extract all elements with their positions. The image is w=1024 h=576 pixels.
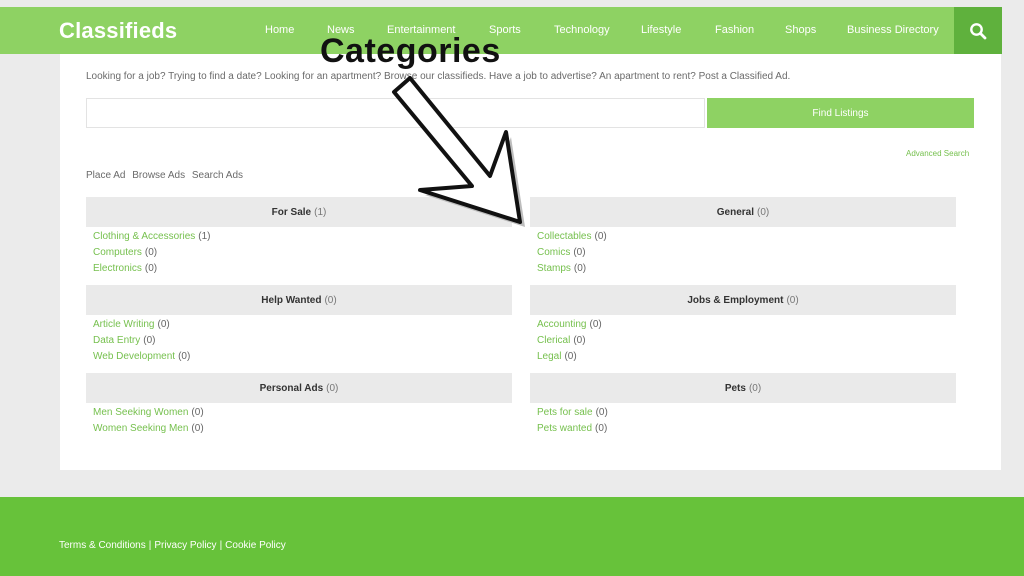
list-item: Clerical (0) xyxy=(537,333,602,349)
category-list-for-sale: Clothing & Accessories (1) Computers (0) E… xyxy=(93,229,211,277)
category-header-general[interactable]: General (0) xyxy=(530,197,956,227)
category-name: Help Wanted xyxy=(261,294,322,306)
list-item: Pets for sale (0) xyxy=(537,405,608,421)
subcategory-count: (0) xyxy=(143,335,156,346)
subcategory-link[interactable]: Data Entry xyxy=(93,335,140,346)
category-name: Pets xyxy=(724,382,746,394)
find-listings-button[interactable]: Find Listings xyxy=(707,98,974,128)
subcategory-count: (0) xyxy=(589,319,602,330)
list-item: Comics (0) xyxy=(537,245,607,261)
nav-home[interactable]: Home xyxy=(265,24,294,36)
subcategory-link[interactable]: Comics xyxy=(537,247,570,258)
category-header-jobs-employment[interactable]: Jobs & Employment (0) xyxy=(530,285,956,315)
subcategory-count: (0) xyxy=(191,407,204,418)
nav-technology[interactable]: Technology xyxy=(554,24,610,36)
category-name: General xyxy=(716,206,754,218)
site-footer: Terms & Conditions | Privacy Policy | Cookie… xyxy=(0,497,1024,576)
subcategory-link[interactable]: Clothing & Accessories xyxy=(93,231,195,242)
nav-lifestyle[interactable]: Lifestyle xyxy=(641,24,681,36)
category-list-jobs-employment: Accounting (0) Clerical (0) Legal (0) xyxy=(537,317,602,365)
nav-fashion[interactable]: Fashion xyxy=(715,24,754,36)
list-item: Women Seeking Men (0) xyxy=(93,421,204,437)
category-count: (1) xyxy=(314,206,327,218)
list-item: Legal (0) xyxy=(537,349,602,365)
category-count: (0) xyxy=(757,206,770,218)
subcategory-link[interactable]: Collectables xyxy=(537,231,591,242)
subcategory-count: (0) xyxy=(595,423,608,434)
subcategory-link[interactable]: Accounting xyxy=(537,319,586,330)
list-item: Data Entry (0) xyxy=(93,333,190,349)
list-item: Men Seeking Women (0) xyxy=(93,405,204,421)
search-ads-link[interactable]: Search Ads xyxy=(192,170,243,181)
arrow-down-right-icon xyxy=(392,76,525,227)
search-icon xyxy=(970,22,987,39)
subcategory-count: (0) xyxy=(564,351,577,362)
list-item: Clothing & Accessories (1) xyxy=(93,229,211,245)
classifieds-panel: Looking for a job? Trying to find a date… xyxy=(60,54,1001,470)
subcategory-link[interactable]: Article Writing xyxy=(93,319,155,330)
subcategory-count: (0) xyxy=(191,423,204,434)
terms-link[interactable]: Terms & Conditions xyxy=(59,540,146,551)
subcategory-link[interactable]: Electronics xyxy=(93,263,142,274)
list-item: Computers (0) xyxy=(93,245,211,261)
subcategory-count: (0) xyxy=(573,263,587,274)
annotation-title: Categories xyxy=(320,32,501,70)
cookie-link[interactable]: Cookie Policy xyxy=(225,540,286,551)
list-item: Stamps (0) xyxy=(537,261,607,277)
list-item: Collectables (0) xyxy=(537,229,607,245)
subcategory-link[interactable]: Pets for sale xyxy=(537,407,593,418)
subcategory-count: (0) xyxy=(595,407,608,418)
footer-separator: | xyxy=(148,540,152,551)
category-list-general: Collectables (0) Comics (0) Stamps (0) xyxy=(537,229,607,277)
category-count: (0) xyxy=(786,294,799,306)
nav-shops[interactable]: Shops xyxy=(785,24,816,36)
category-count: (0) xyxy=(324,294,337,306)
subcategory-count: (0) xyxy=(594,231,607,242)
category-header-help-wanted[interactable]: Help Wanted (0) xyxy=(86,285,512,315)
subcategory-link[interactable]: Pets wanted xyxy=(537,423,592,434)
subcategory-count: (0) xyxy=(573,335,586,346)
ad-actions: Place Ad Browse Ads Search Ads xyxy=(86,170,247,181)
place-ad-link[interactable]: Place Ad xyxy=(86,170,125,181)
category-name: Jobs & Employment xyxy=(687,294,784,306)
subcategory-link[interactable]: Men Seeking Women xyxy=(93,407,188,418)
subcategory-link[interactable]: Computers xyxy=(93,247,142,258)
subcategory-link[interactable]: Legal xyxy=(537,351,561,362)
list-item: Web Development (0) xyxy=(93,349,190,365)
footer-links: Terms & Conditions | Privacy Policy | Cookie… xyxy=(59,540,286,551)
subcategory-link[interactable]: Clerical xyxy=(537,335,570,346)
category-list-pets: Pets for sale (0) Pets wanted (0) xyxy=(537,405,608,437)
header-search-button[interactable] xyxy=(954,7,1002,54)
list-item: Article Writing (0) xyxy=(93,317,190,333)
subcategory-link[interactable]: Stamps xyxy=(537,263,571,274)
list-item: Electronics (0) xyxy=(93,261,211,277)
subcategory-count: (1) xyxy=(198,231,211,242)
category-header-personal-ads[interactable]: Personal Ads (0) xyxy=(86,373,512,403)
category-list-personal-ads: Men Seeking Women (0) Women Seeking Men (0… xyxy=(93,405,204,437)
category-name: Personal Ads xyxy=(259,382,324,394)
category-count: (0) xyxy=(326,382,339,394)
subcategory-count: (0) xyxy=(144,247,158,258)
footer-separator: | xyxy=(219,540,223,551)
advanced-search-link[interactable]: Advanced Search xyxy=(906,149,969,158)
subcategory-link[interactable]: Web Development xyxy=(93,351,175,362)
privacy-link[interactable]: Privacy Policy xyxy=(154,540,216,551)
subcategory-count: (0) xyxy=(573,247,586,258)
browse-ads-link[interactable]: Browse Ads xyxy=(132,170,185,181)
subcategory-count: (0) xyxy=(144,263,158,274)
subcategory-count: (0) xyxy=(178,351,191,362)
site-header: Classifieds Home News Entertainment Spor… xyxy=(0,7,1002,54)
list-item: Accounting (0) xyxy=(537,317,602,333)
list-item: Pets wanted (0) xyxy=(537,421,608,437)
category-name: For Sale xyxy=(271,206,312,218)
category-count: (0) xyxy=(748,382,762,394)
subcategory-count: (0) xyxy=(157,319,170,330)
subcategory-link[interactable]: Women Seeking Men xyxy=(93,423,188,434)
nav-business-directory[interactable]: Business Directory xyxy=(847,24,939,36)
category-list-help-wanted: Article Writing (0) Data Entry (0) Web Dev… xyxy=(93,317,190,365)
category-header-pets[interactable]: Pets (0) xyxy=(530,373,956,403)
